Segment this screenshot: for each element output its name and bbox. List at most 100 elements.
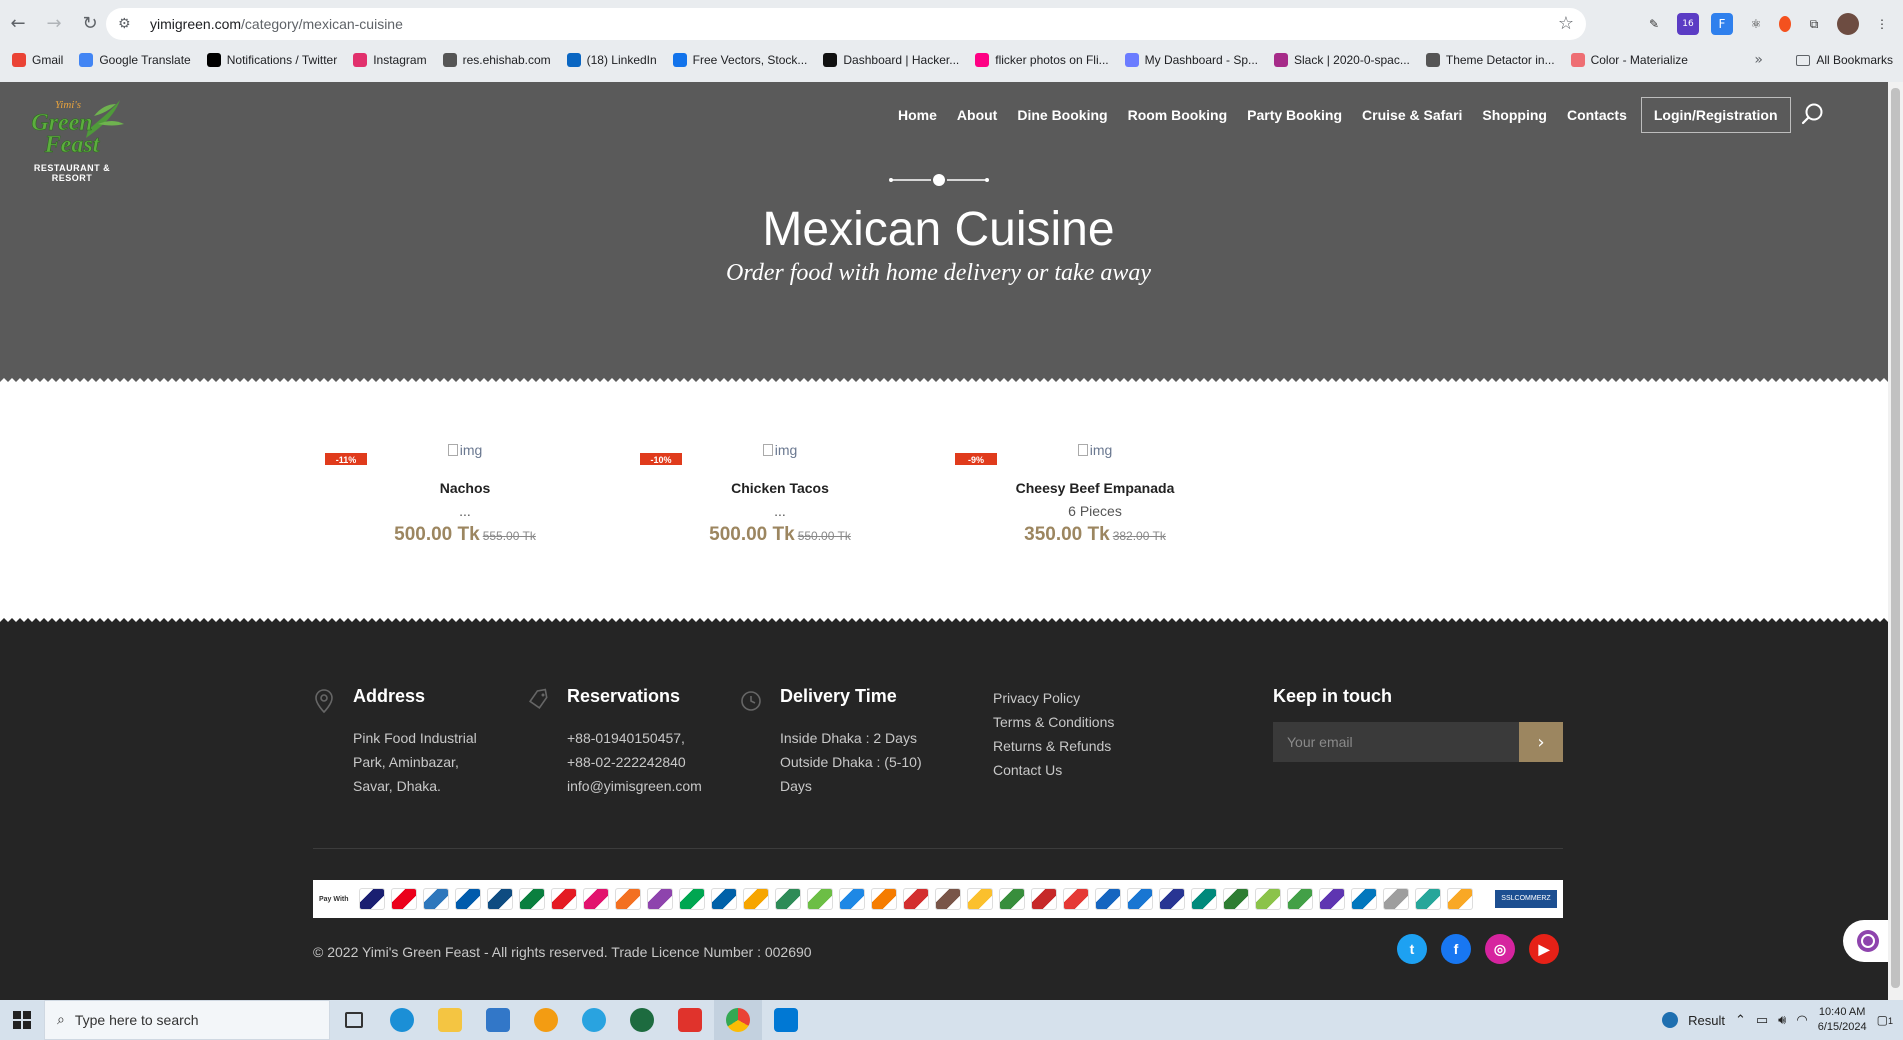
chrome-app-icon[interactable]	[714, 1000, 762, 1040]
chat-widget-button[interactable]	[1843, 920, 1888, 962]
sslcommerz-verified-badge: SSLCOMMERZ	[1495, 890, 1557, 908]
product-image[interactable]: img	[955, 442, 1235, 458]
system-clock[interactable]: 10:40 AM 6/15/2024	[1818, 1005, 1867, 1035]
web-page: Yimi's Green Feast RESTAURANT & RESORT H…	[0, 82, 1888, 1000]
bookmark-item[interactable]: Notifications / Twitter	[199, 46, 345, 74]
page-scrollbar[interactable]	[1888, 82, 1903, 1000]
bookmark-item[interactable]: Theme Detactor in...	[1418, 46, 1563, 74]
nav-link-home[interactable]: Home	[888, 107, 947, 123]
search-icon[interactable]	[1800, 101, 1826, 127]
phone-line[interactable]: +88-02-222242840	[567, 750, 702, 774]
address-bar[interactable]: ⚙ yimigreen.com/category/mexican-cuisine…	[106, 8, 1586, 40]
app-icon-red[interactable]	[666, 1000, 714, 1040]
product-card[interactable]: img -9% Cheesy Beef Empanada 6 Pieces 350.00…	[955, 432, 1235, 552]
site-info-icon[interactable]: ⚙	[118, 16, 142, 32]
login-registration-button[interactable]: Login/Registration	[1640, 97, 1791, 133]
product-card[interactable]: img -10% Chicken Tacos... 500.00 Tk 550.00 T…	[640, 432, 920, 552]
nav-link-contacts[interactable]: Contacts	[1557, 107, 1637, 123]
product-name[interactable]: Cheesy Beef Empanada	[955, 480, 1235, 496]
scrollbar-thumb[interactable]	[1891, 88, 1900, 988]
eyedropper-extension-icon[interactable]: ✎	[1643, 13, 1665, 35]
bookmark-item[interactable]: Slack | 2020-0-spac...	[1266, 46, 1418, 74]
bookmark-favicon-icon	[566, 53, 581, 67]
puzzle-extensions-icon[interactable]: ⧉	[1803, 13, 1825, 35]
product-card[interactable]: img -11% Nachos... 500.00 Tk 555.00 Tk	[325, 432, 605, 552]
network-icon[interactable]: ◠	[1796, 1013, 1807, 1028]
react-extension-icon[interactable]: ⚛	[1745, 13, 1767, 35]
phone-line[interactable]: +88-01940150457,	[567, 726, 702, 750]
fi-extension-icon[interactable]: F	[1711, 13, 1733, 35]
nav-link-dine-booking[interactable]: Dine Booking	[1007, 107, 1117, 123]
bookmark-item[interactable]: Instagram	[345, 46, 434, 74]
facebook-icon[interactable]: f	[1441, 934, 1471, 964]
bookmark-item[interactable]: Gmail	[4, 46, 71, 74]
product-image[interactable]: img	[640, 442, 920, 458]
instagram-icon[interactable]: ◎	[1485, 934, 1515, 964]
notification-center-icon[interactable]: ▢1	[1877, 1013, 1893, 1027]
site-logo[interactable]: Yimi's Green Feast RESTAURANT & RESORT	[16, 94, 128, 183]
payment-method-icon	[1255, 888, 1281, 910]
taskbar-search-box[interactable]: ⌕ Type here to search	[44, 1000, 330, 1040]
profile-avatar-icon[interactable]	[1837, 13, 1859, 35]
bookmark-item[interactable]: Dashboard | Hacker...	[815, 46, 967, 74]
task-view-icon[interactable]	[330, 1000, 378, 1040]
volume-icon[interactable]: 🔊︎	[1778, 1013, 1786, 1028]
forward-button[interactable]: →	[36, 5, 72, 41]
nav-link-about[interactable]: About	[947, 107, 1007, 123]
payment-method-icon	[423, 888, 449, 910]
newsletter-email-input[interactable]: Your email	[1273, 722, 1519, 762]
bookmark-item[interactable]: Google Translate	[71, 46, 198, 74]
nav-link-shopping[interactable]: Shopping	[1472, 107, 1557, 123]
extension-badge-icon[interactable]: 16	[1677, 13, 1699, 35]
windows-start-button[interactable]	[0, 1000, 44, 1040]
reload-button[interactable]: ↻	[72, 5, 108, 41]
all-bookmarks[interactable]: All Bookmarks	[1796, 46, 1893, 74]
edge-app-icon[interactable]	[378, 1000, 426, 1040]
footer-divider	[313, 848, 1563, 849]
battery-icon[interactable]: ▭	[1756, 1013, 1768, 1028]
product-name[interactable]: Chicken Tacos	[640, 480, 920, 496]
delivery-line: Outside Dhaka : (5-10)	[780, 754, 922, 770]
bookmark-item[interactable]: My Dashboard - Sp...	[1117, 46, 1266, 74]
payment-method-icon	[1223, 888, 1249, 910]
product-description: 6 Pieces	[1068, 503, 1122, 519]
youtube-icon[interactable]: ▶	[1529, 934, 1559, 964]
newsletter-submit-button[interactable]: ›	[1519, 722, 1563, 762]
twitter-icon[interactable]: t	[1397, 934, 1427, 964]
app-icon-orange[interactable]	[522, 1000, 570, 1040]
bookmark-label: Color - Materialize	[1590, 53, 1688, 67]
bookmarks-overflow-icon[interactable]: »	[1754, 52, 1763, 68]
bookmark-item[interactable]: (18) LinkedIn	[559, 46, 665, 74]
store-app-icon[interactable]	[474, 1000, 522, 1040]
extension-icon[interactable]	[1779, 16, 1791, 32]
delivery-title: Delivery Time	[780, 686, 897, 706]
contact-us-link[interactable]: Contact Us	[993, 758, 1114, 782]
newsletter: Keep in touch Your email ›	[1273, 686, 1563, 762]
terms-link[interactable]: Terms & Conditions	[993, 710, 1114, 734]
payment-method-icon	[1127, 888, 1153, 910]
hs-app-icon[interactable]	[618, 1000, 666, 1040]
product-image[interactable]: img	[325, 442, 605, 458]
email-link[interactable]: info@yimisgreen.com	[567, 774, 702, 798]
returns-link[interactable]: Returns & Refunds	[993, 734, 1114, 758]
app-icon-blue[interactable]	[570, 1000, 618, 1040]
bookmark-favicon-icon	[823, 53, 838, 67]
pay-with-label: Pay With	[319, 895, 349, 903]
chevron-up-icon[interactable]: ⌃	[1735, 1013, 1746, 1028]
file-explorer-icon[interactable]	[426, 1000, 474, 1040]
nav-link-cruise-safari[interactable]: Cruise & Safari	[1352, 107, 1472, 123]
product-name[interactable]: Nachos	[325, 480, 605, 496]
weather-label[interactable]: Result	[1688, 1013, 1725, 1028]
bookmark-item[interactable]: flicker photos on Fli...	[967, 46, 1116, 74]
privacy-policy-link[interactable]: Privacy Policy	[993, 686, 1114, 710]
vscode-app-icon[interactable]	[762, 1000, 810, 1040]
bookmark-item[interactable]: res.ehishab.com	[435, 46, 559, 74]
nav-link-room-booking[interactable]: Room Booking	[1118, 107, 1238, 123]
back-button[interactable]: ←	[0, 5, 36, 41]
nav-link-party-booking[interactable]: Party Booking	[1237, 107, 1352, 123]
bookmark-label: Slack | 2020-0-spac...	[1294, 53, 1410, 67]
browser-menu-icon[interactable]: ⋮	[1871, 13, 1893, 35]
bookmark-item[interactable]: Color - Materialize	[1563, 46, 1696, 74]
bookmark-item[interactable]: Free Vectors, Stock...	[665, 46, 816, 74]
bookmark-star-icon[interactable]: ☆	[1558, 13, 1574, 34]
